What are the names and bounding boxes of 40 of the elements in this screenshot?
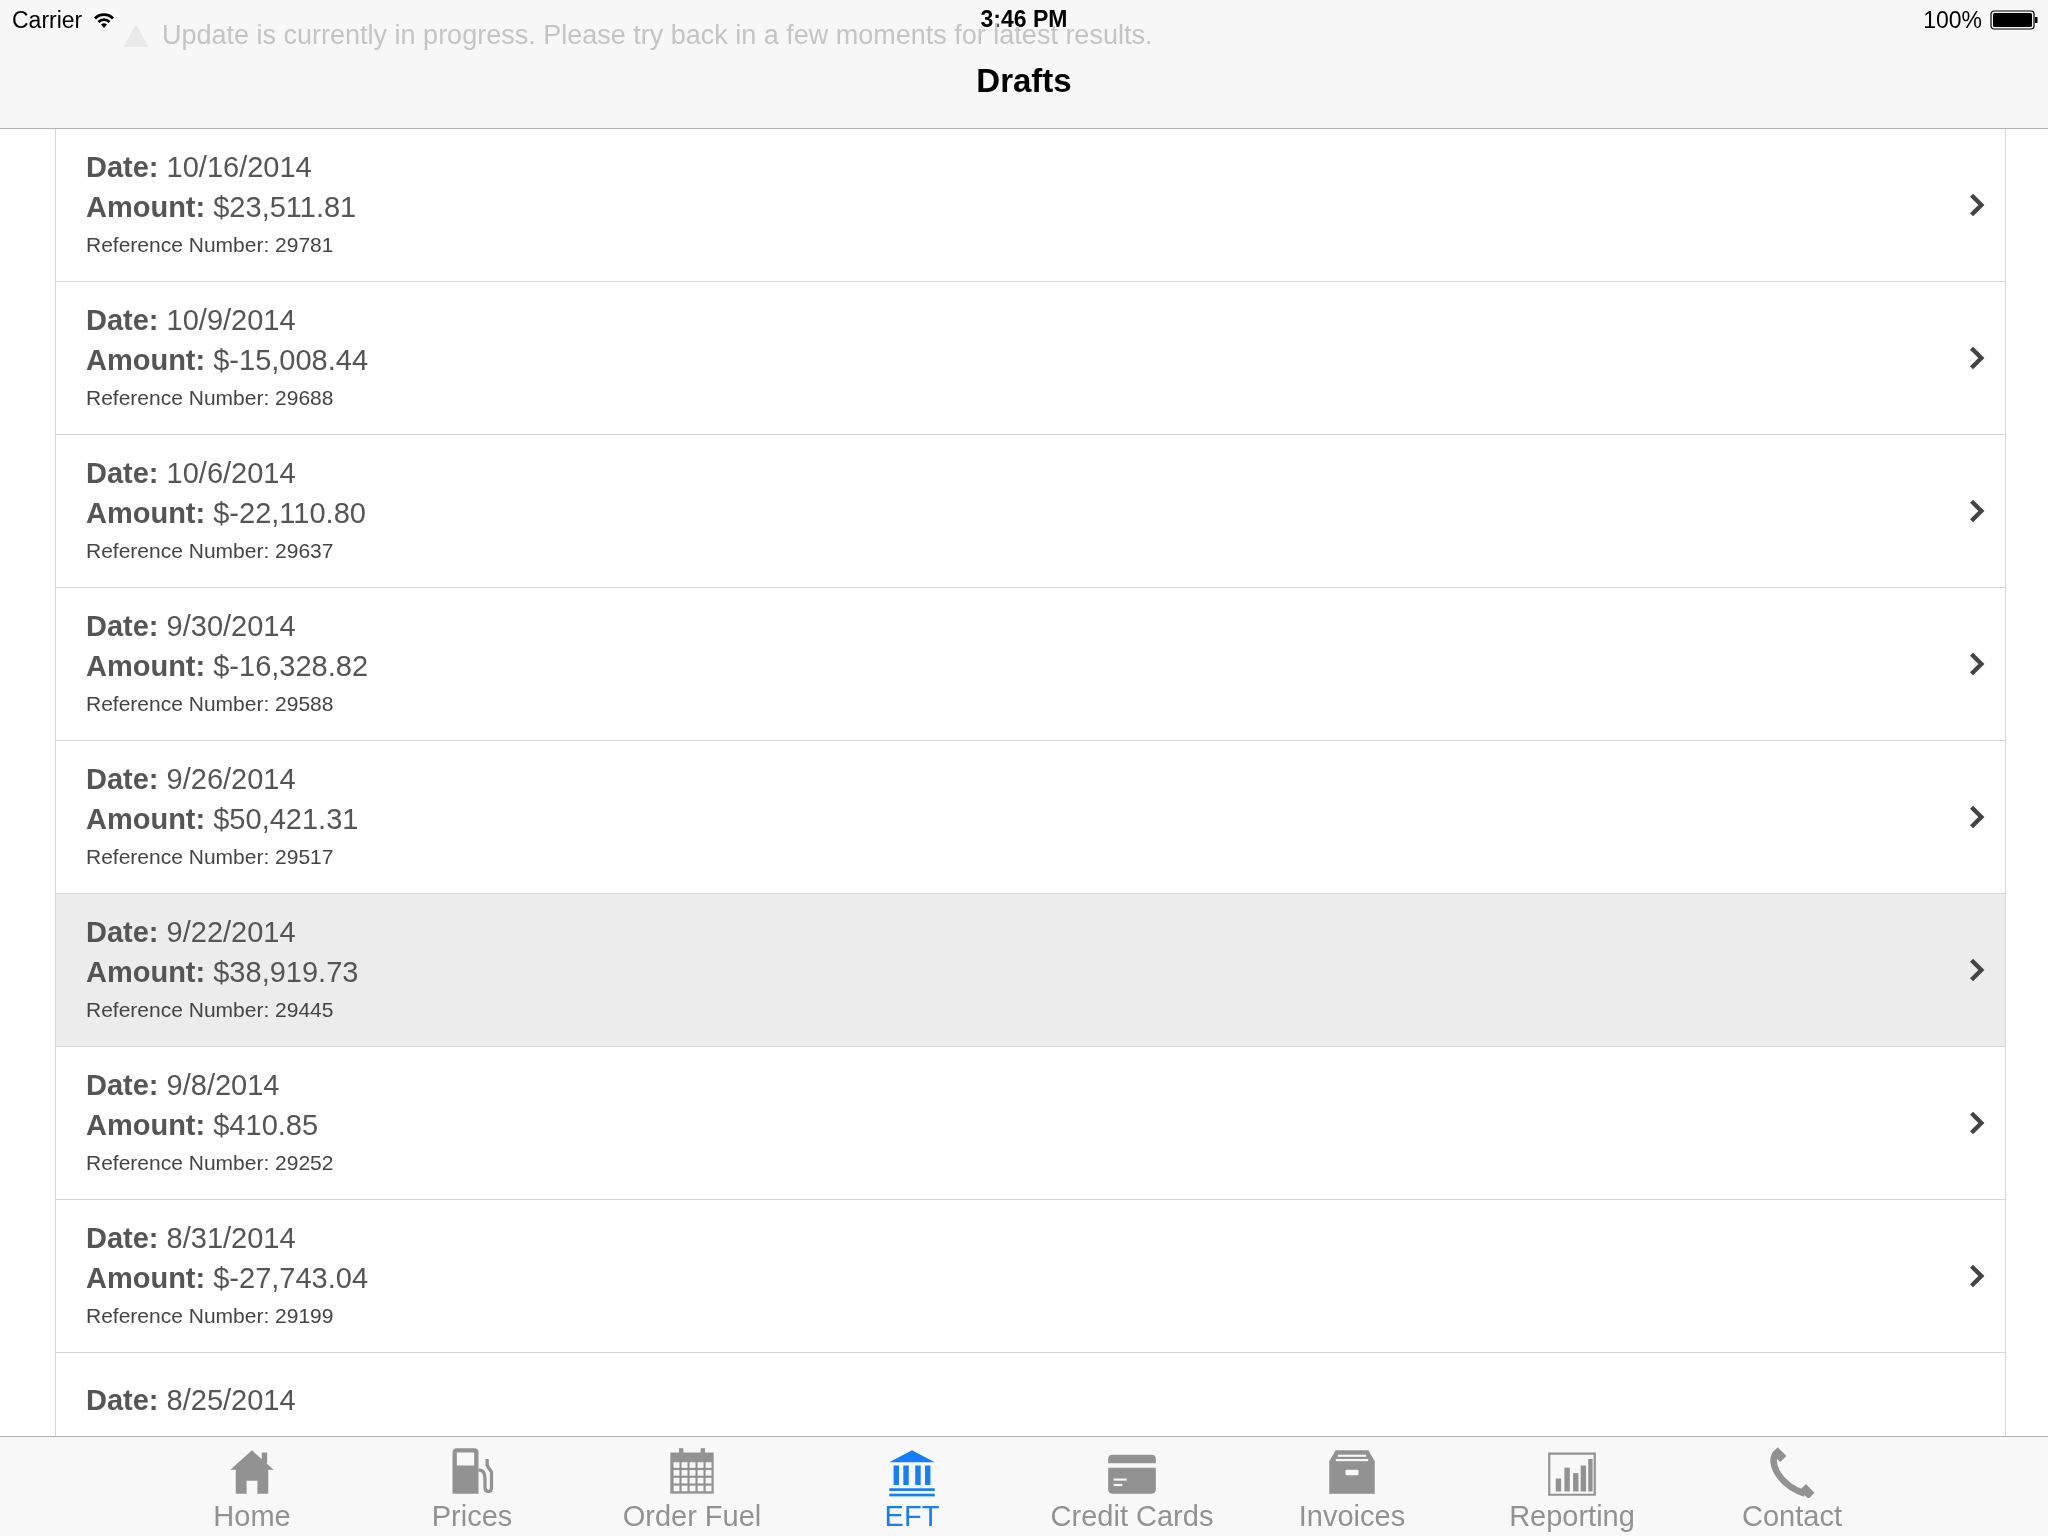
battery-percent: 100%: [1923, 6, 1982, 34]
amount-text: Amount: $23,511.81: [86, 190, 358, 225]
chevron-icon: [1969, 652, 1985, 676]
draft-row[interactable]: Date: 9/22/2014 Amount: $38,919.73 Reference Number: 29445: [56, 894, 2005, 1047]
amount-text: Amount: $38,919.73: [86, 955, 360, 990]
date-text: Date: 10/6/2014: [86, 456, 297, 491]
chevron-icon: [1969, 805, 1985, 829]
chevron-icon: [1969, 499, 1985, 523]
chevron-icon: [1969, 193, 1985, 217]
date-text: Date: 9/8/2014: [86, 1068, 281, 1103]
date-text: Date: 9/22/2014: [86, 915, 297, 950]
date-text: Date: 9/26/2014: [86, 762, 297, 797]
date-text: Date: 8/31/2014: [86, 1221, 297, 1256]
chevron-icon: [1969, 1264, 1985, 1288]
reference-text: Reference Number: 29517: [86, 844, 335, 870]
date-text: Date: 10/9/2014: [86, 303, 297, 338]
chevron-icon: [1969, 346, 1985, 370]
reference-text: Reference Number: 29781: [86, 232, 335, 258]
chevron-icon: [1969, 958, 1985, 982]
amount-text: Amount: $-16,328.82: [86, 649, 370, 684]
chevron-icon: [1969, 1111, 1985, 1135]
tab[interactable]: EFT: [802, 1437, 1022, 1536]
reference-text: Reference Number: 29199: [86, 1303, 335, 1329]
carrier-label: Carrier: [12, 6, 83, 34]
reference-text: Reference Number: 29688: [86, 385, 335, 411]
battery-icon: [1990, 10, 2038, 30]
date-text: Date: 8/25/2014: [86, 1383, 297, 1418]
amount-text: Amount: $-27,743.04: [86, 1261, 370, 1296]
amount-text: Amount: $-22,110.80: [86, 496, 367, 531]
amount-text: Amount: $50,421.31: [86, 802, 360, 837]
reference-text: Reference Number: 29637: [86, 538, 335, 564]
date-text: Date: 9/30/2014: [86, 609, 297, 644]
amount-text: Amount: $-15,008.44: [86, 343, 370, 378]
reference-text: Reference Number: 29445: [86, 997, 335, 1023]
page-title: Drafts: [975, 62, 1073, 100]
wifi-icon: [92, 11, 117, 29]
amount-text: Amount: $410.85: [86, 1108, 320, 1143]
date-text: Date: 10/16/2014: [86, 150, 313, 185]
reference-text: Reference Number: 29588: [86, 691, 335, 717]
reference-text: Reference Number: 29252: [86, 1150, 335, 1176]
